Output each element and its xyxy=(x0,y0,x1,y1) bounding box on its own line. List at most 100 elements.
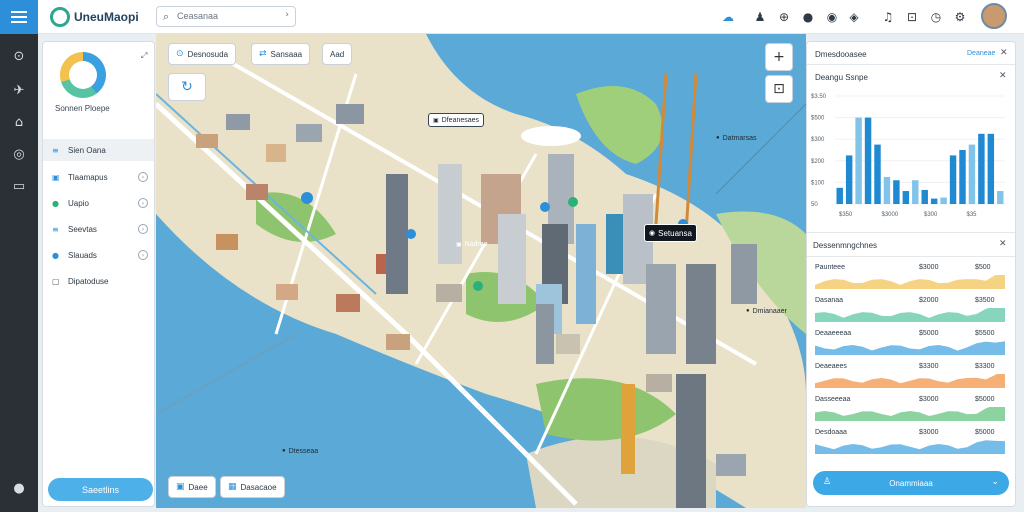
bar xyxy=(902,191,910,204)
expand-icon[interactable]: ⤢ xyxy=(141,51,147,61)
grid-icon: ▦ xyxy=(228,482,237,492)
y-tick-label: 50 xyxy=(811,202,818,208)
map-label-6[interactable]: ● Dtesseaa xyxy=(278,444,322,458)
left-panel-item-3[interactable]: ≡ Seevtas › xyxy=(43,218,154,240)
x-tick-label: $350 xyxy=(839,212,853,218)
metric-sparkline xyxy=(815,440,1005,454)
left-panel-item-1[interactable]: ▣ Tlaamapus › xyxy=(43,166,154,188)
search-icon: ⌕ xyxy=(163,10,170,23)
metric-sparkline xyxy=(815,308,1005,322)
pin-icon: ▣ xyxy=(456,241,462,248)
pin-icon: ● xyxy=(52,198,59,208)
metric-value-secondary: $3500 xyxy=(975,297,995,304)
bar xyxy=(968,144,976,204)
metric-value: $2000 xyxy=(919,297,939,304)
map-label-1[interactable]: ▣ Dfeanesaes xyxy=(428,113,485,127)
settings-icon: ≡ xyxy=(52,224,59,234)
bar xyxy=(940,197,947,204)
sparkline-area xyxy=(815,308,1005,322)
pin-icon: ◉ xyxy=(649,230,656,237)
chart-icon[interactable]: ◉ xyxy=(824,9,840,25)
help-icon[interactable]: ● xyxy=(9,478,29,498)
chat-icon[interactable]: ◈ xyxy=(846,9,862,25)
right-panel-header: Dmesdooasee xyxy=(815,50,867,59)
metric-sparkline xyxy=(815,407,1005,421)
divider xyxy=(807,256,1015,257)
search-input[interactable]: ⌕ Ceasanaa › xyxy=(156,6,296,27)
metric-label: Deaeaees xyxy=(815,363,847,370)
left-panel-item-5[interactable]: ▢ Dipatoduse xyxy=(43,270,154,292)
compass-icon[interactable]: ⊙ xyxy=(9,46,29,66)
right-panel-header-link[interactable]: Deaneae xyxy=(967,50,995,57)
metric-value: $3000 xyxy=(919,264,939,271)
metric-row[interactable]: Dasanaa $2000 $3500 xyxy=(807,295,1015,328)
map-bottom-chip-1[interactable]: ▣ Daee xyxy=(168,476,216,498)
sparkline-area xyxy=(815,275,1005,289)
map-label-2[interactable]: ● Datmarsas xyxy=(712,131,760,145)
right-panel-action-button[interactable]: ♙ Onammiaaa ⌄ xyxy=(813,471,1009,495)
metric-row[interactable]: Desdoaaa $3000 $5000 xyxy=(807,427,1015,460)
metric-value: $3000 xyxy=(919,429,939,436)
pin-icon: ● xyxy=(716,135,720,141)
map-label-4[interactable]: ◉ Setuansa xyxy=(644,224,697,242)
cloud-icon[interactable]: ☁ xyxy=(720,9,736,25)
sparkline-area xyxy=(815,374,1005,388)
left-panel-action-button[interactable]: Saeetlins xyxy=(48,478,153,501)
bag-icon[interactable]: ⊡ xyxy=(904,9,920,25)
inbox-icon[interactable]: ⌂ xyxy=(9,112,29,132)
hamburger-menu-icon[interactable] xyxy=(0,0,38,34)
metrics-list: Paunteee $3000 $500 Dasanaa $2000 $3500 Deaaee… xyxy=(807,262,1015,467)
bar xyxy=(836,187,843,204)
y-tick-label: $500 xyxy=(811,116,825,122)
globe-icon[interactable]: ⊕ xyxy=(776,9,792,25)
target-icon[interactable]: ◎ xyxy=(9,144,29,164)
map-bottom-chip-2[interactable]: ▦ Dasacaoe xyxy=(220,476,285,498)
alert-icon[interactable]: ● xyxy=(800,9,816,25)
metric-row[interactable]: Deaeaees $3300 $3300 xyxy=(807,361,1015,394)
sparkline-area xyxy=(815,440,1005,454)
map-chip-1[interactable]: ⊙ Desnosuda xyxy=(168,43,237,65)
settings-icon[interactable]: ⚙ xyxy=(952,9,968,25)
left-panel-item-0[interactable]: ≡ Sien Oana xyxy=(43,139,154,161)
bar xyxy=(855,117,862,204)
metric-label: Dasanaa xyxy=(815,297,844,304)
user-icon: ♙ xyxy=(823,477,832,487)
metric-row[interactable]: Dasseeeaa $3000 $5000 xyxy=(807,394,1015,427)
clock-icon[interactable]: ◷ xyxy=(928,9,944,25)
metric-row[interactable]: Paunteee $3000 $500 xyxy=(807,262,1015,295)
metric-row[interactable]: Deaaeeeaa $5000 $5500 xyxy=(807,328,1015,361)
metric-label: Dasseeeaa xyxy=(815,396,851,403)
avatar[interactable] xyxy=(981,3,1007,29)
close-icon[interactable]: ✕ xyxy=(999,71,1007,81)
y-tick-label: $3.50 xyxy=(811,94,827,100)
bell-icon[interactable]: ♫ xyxy=(880,9,896,25)
close-icon[interactable]: ✕ xyxy=(999,239,1007,249)
map-chip-3[interactable]: Aad xyxy=(322,43,353,65)
close-icon[interactable]: ✕ xyxy=(1000,48,1008,58)
zoom-in-button[interactable]: + xyxy=(765,43,793,71)
map-label-3[interactable]: ▣ Nadree xyxy=(452,237,492,251)
city-map[interactable]: ⊙ Desnosuda ⇄ Sansaaa Aad ↻ + ⊡ ▣ Dfeane… xyxy=(156,34,806,508)
location-button[interactable]: ↻ xyxy=(168,73,206,101)
bar xyxy=(912,180,919,204)
layers-button[interactable]: ⊡ xyxy=(765,75,793,103)
map-label-5[interactable]: ● Dmianaaer xyxy=(742,304,791,318)
left-panel-item-2[interactable]: ● Uapio › xyxy=(43,192,154,214)
metric-value-secondary: $3300 xyxy=(975,363,995,370)
sparkline-area xyxy=(815,407,1005,421)
y-tick-label: $100 xyxy=(811,180,825,186)
metric-value-secondary: $5000 xyxy=(975,396,995,403)
bar xyxy=(921,189,928,204)
bar xyxy=(883,177,891,204)
chart-title: Deangu Ssnpe xyxy=(815,73,868,82)
location-icon: ↻ xyxy=(181,79,193,95)
metric-label: Desdoaaa xyxy=(815,429,847,436)
left-panel-item-4[interactable]: ● Slauads › xyxy=(43,244,154,266)
chevron-right-icon: › xyxy=(138,198,148,208)
route-icon[interactable]: ✈ xyxy=(9,80,29,100)
map-chip-2[interactable]: ⇄ Sansaaa xyxy=(251,43,311,65)
monitor-icon[interactable]: ▭ xyxy=(9,176,29,196)
chevron-right-icon: › xyxy=(138,224,148,234)
chevron-right-icon: › xyxy=(138,172,148,182)
user-icon[interactable]: ♟ xyxy=(752,9,768,25)
